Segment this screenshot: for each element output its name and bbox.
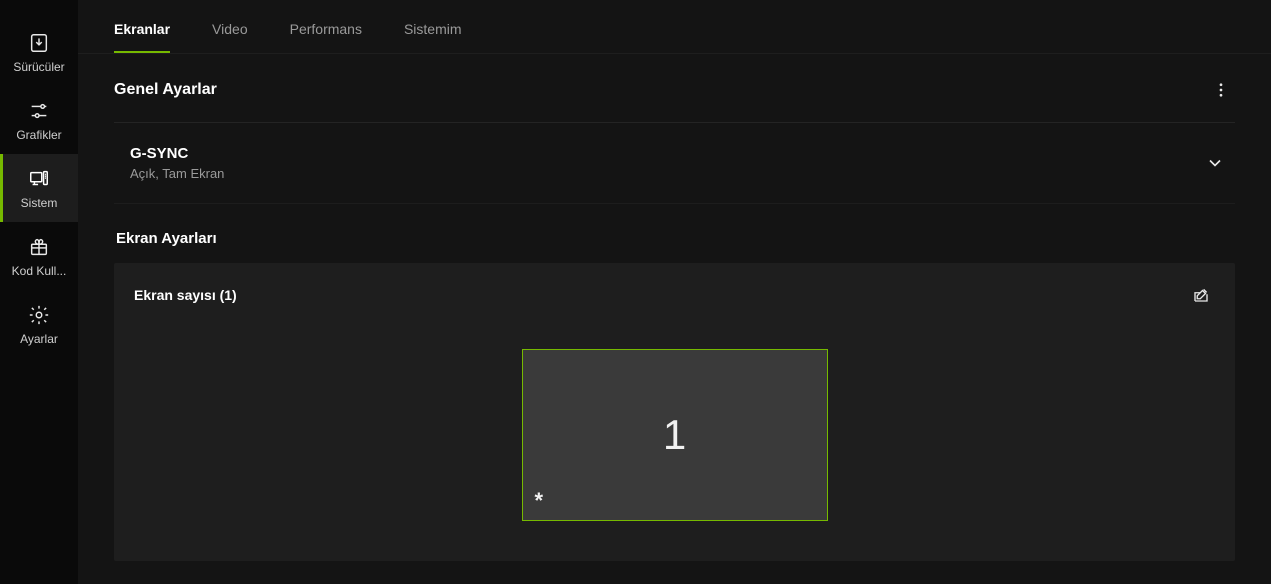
tab-performance[interactable]: Performans: [290, 21, 362, 53]
primary-monitor-marker: *: [535, 488, 544, 514]
sidebar-item-label: Sistem: [21, 196, 58, 210]
sidebar-item-graphics[interactable]: Grafikler: [0, 86, 78, 154]
more-vertical-icon: [1212, 81, 1230, 99]
sidebar-item-label: Sürücüler: [13, 60, 64, 74]
general-settings-title: Genel Ayarlar: [114, 81, 217, 99]
sidebar-item-settings[interactable]: Ayarlar: [0, 290, 78, 358]
tabs-bar: Ekranlar Video Performans Sistemim: [78, 0, 1271, 54]
sidebar-item-system[interactable]: Sistem: [0, 154, 78, 222]
chevron-down-icon: [1205, 153, 1225, 173]
gift-icon: [28, 236, 50, 258]
sidebar-item-label: Grafikler: [16, 128, 61, 142]
edit-displays-button[interactable]: [1187, 281, 1215, 309]
display-count-panel: Ekran sayısı (1): [114, 263, 1235, 561]
sidebar-item-redeem[interactable]: Kod Kull...: [0, 222, 78, 290]
gear-icon: [28, 304, 50, 326]
sidebar: Sürücüler Grafikler Sistem: [0, 0, 78, 584]
tab-displays[interactable]: Ekranlar: [114, 21, 170, 53]
display-settings-title: Ekran Ayarları: [116, 230, 1235, 247]
display-count-title: Ekran sayısı (1): [134, 287, 237, 303]
sliders-icon: [28, 100, 50, 122]
sidebar-item-drivers[interactable]: Sürücüler: [0, 18, 78, 86]
tab-video[interactable]: Video: [212, 21, 248, 53]
sidebar-item-label: Kod Kull...: [12, 264, 67, 278]
tab-my-system[interactable]: Sistemim: [404, 21, 462, 53]
monitor-number: 1: [663, 411, 686, 459]
gsync-title: G-SYNC: [130, 145, 224, 162]
system-icon: [28, 168, 50, 190]
monitor-1[interactable]: 1 *: [522, 349, 828, 521]
more-options-button[interactable]: [1207, 76, 1235, 104]
main-content: Ekranlar Video Performans Sistemim Genel…: [78, 0, 1271, 584]
gsync-subtitle: Açık, Tam Ekran: [130, 166, 224, 181]
gsync-row[interactable]: G-SYNC Açık, Tam Ekran: [114, 123, 1235, 204]
sidebar-item-label: Ayarlar: [20, 332, 58, 346]
download-icon: [28, 32, 50, 54]
edit-icon: [1192, 286, 1210, 304]
